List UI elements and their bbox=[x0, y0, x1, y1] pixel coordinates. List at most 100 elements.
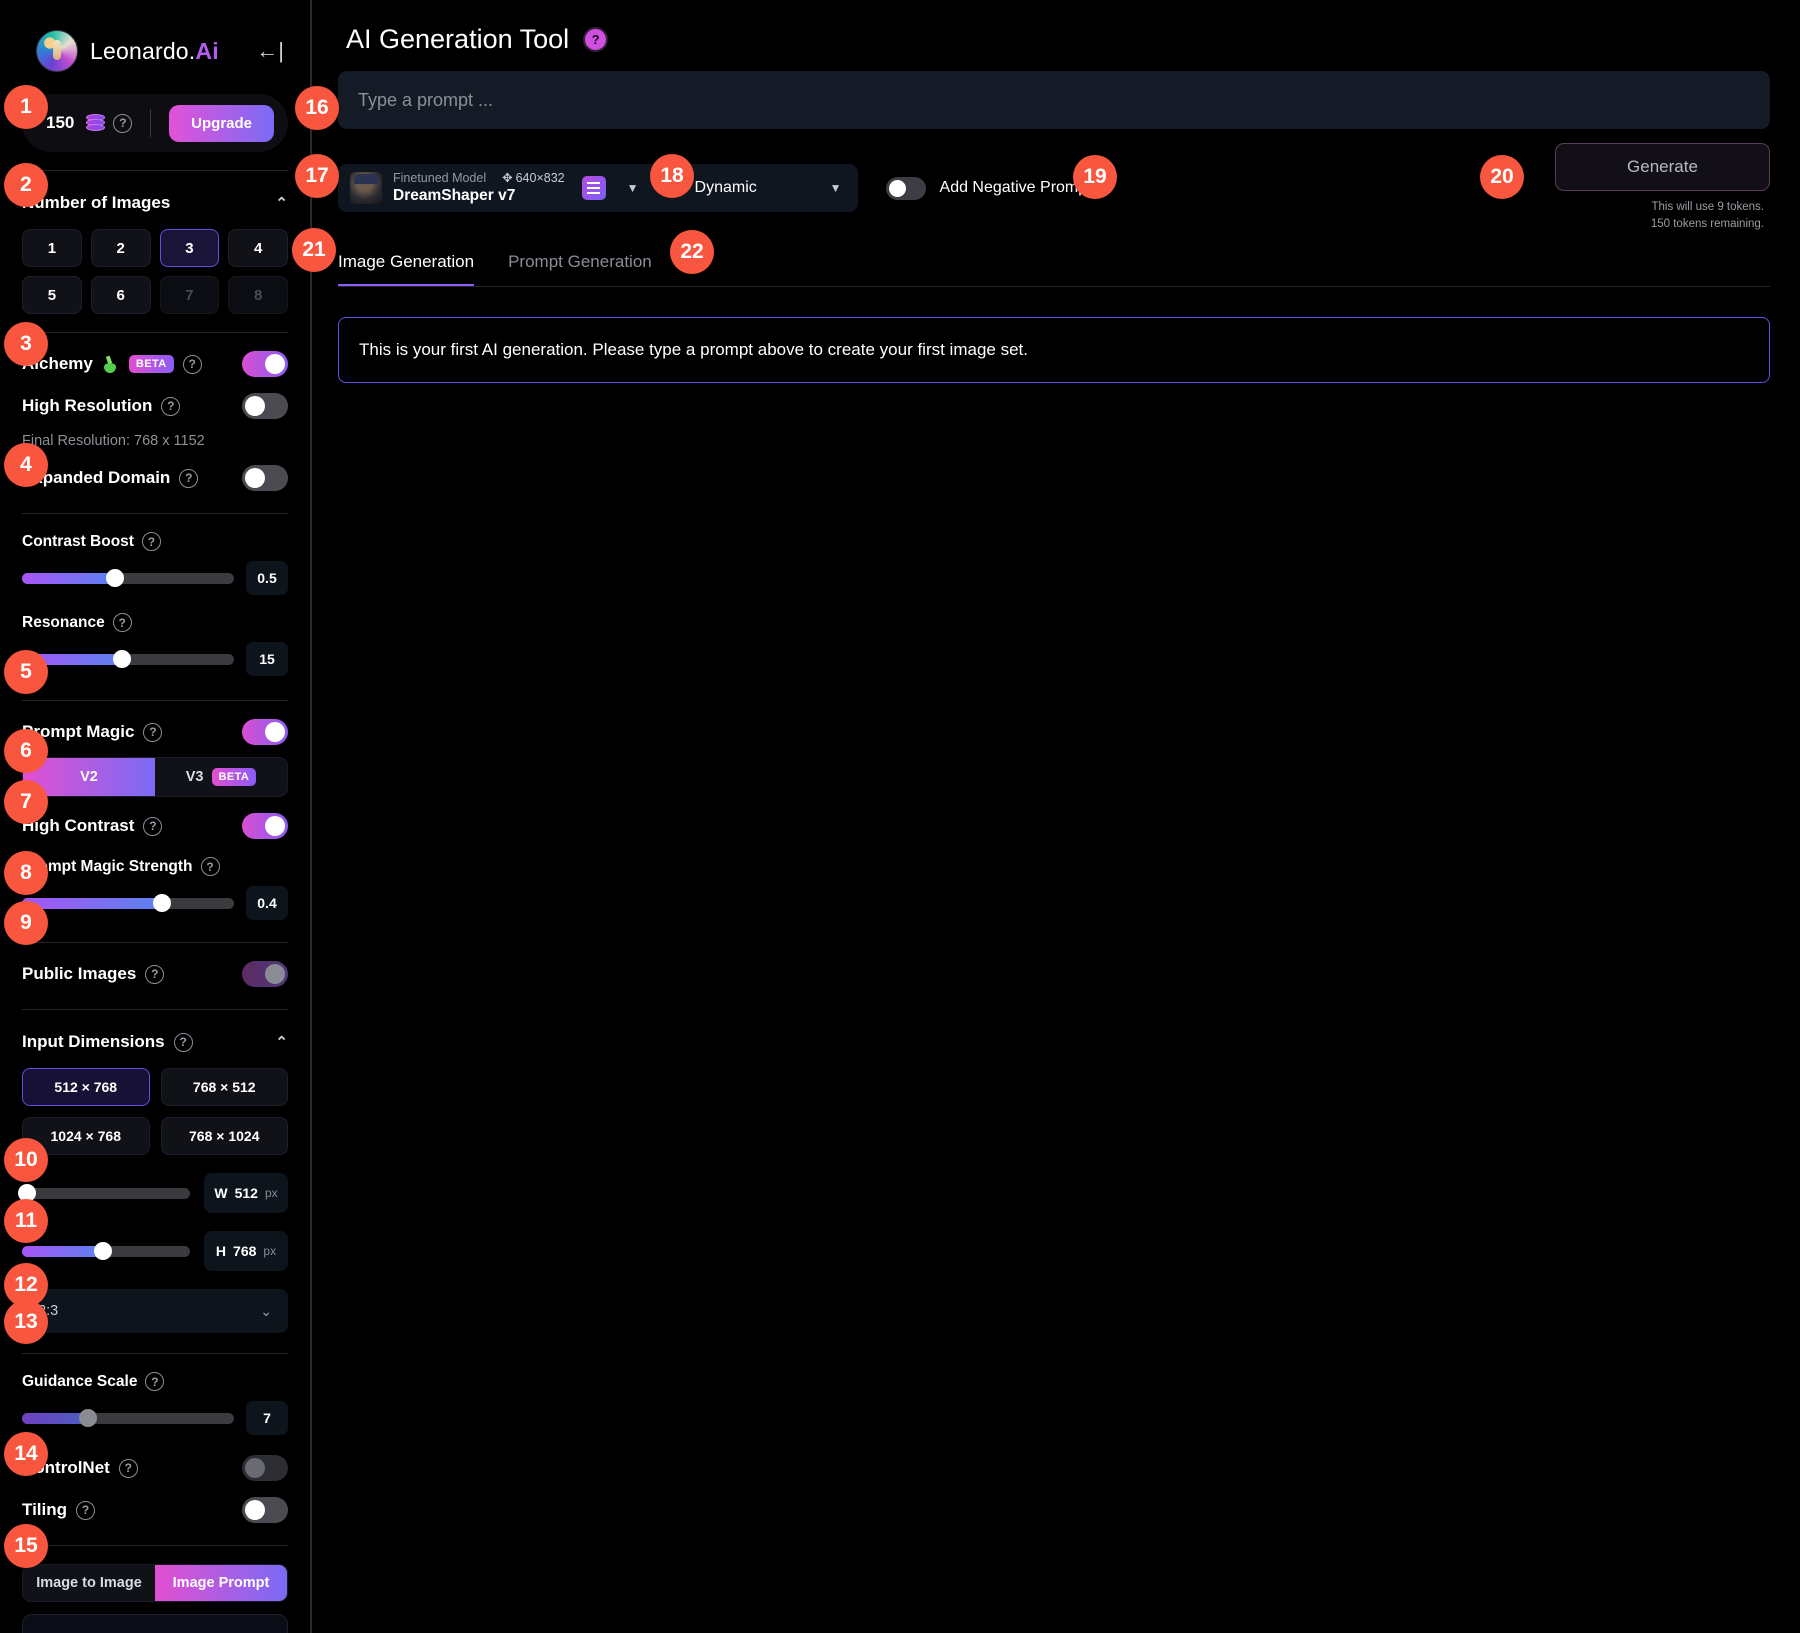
prompt-input[interactable]: Type a prompt ... bbox=[338, 71, 1770, 129]
guidance-scale-slider-row: 7 bbox=[22, 1401, 288, 1435]
public-images-label: Public Images bbox=[22, 964, 137, 983]
guidance-scale-label-row: Guidance Scale ? bbox=[22, 1372, 288, 1391]
chevron-up-icon[interactable]: ⌃ bbox=[275, 194, 288, 212]
image-count-6[interactable]: 6 bbox=[90, 276, 151, 314]
collapse-sidebar-icon[interactable]: ←| bbox=[256, 40, 288, 62]
aspect-ratio-select[interactable]: 2:3 ⌄ bbox=[22, 1289, 288, 1333]
finetuned-model-selector[interactable]: Finetuned Model ✥ 640×832 DreamShaper v7 … bbox=[338, 164, 653, 213]
alchemy-help-icon[interactable]: ? bbox=[182, 354, 202, 374]
dimension-preset-512x768[interactable]: 512 × 768 bbox=[22, 1068, 150, 1106]
tab-image-generation[interactable]: Image Generation bbox=[338, 252, 475, 287]
width-slider[interactable] bbox=[18, 1184, 190, 1202]
resonance-value[interactable]: 15 bbox=[246, 642, 288, 676]
public-images-help-icon[interactable]: ? bbox=[145, 964, 165, 984]
prompt-magic-strength-help-icon[interactable]: ? bbox=[200, 857, 220, 876]
contrast-boost-slider[interactable] bbox=[22, 569, 234, 587]
alchemy-row: Alchemy BETA ? bbox=[22, 351, 288, 377]
page-title: AI Generation Tool bbox=[346, 24, 570, 54]
annotation-badge-16: 16 bbox=[295, 86, 339, 130]
model-doc-icon[interactable] bbox=[581, 176, 606, 201]
generate-button[interactable]: Generate bbox=[1555, 143, 1770, 191]
generate-section: Generate This will use 9 tokens. 150 tok… bbox=[1555, 143, 1770, 234]
expanded-domain-toggle[interactable] bbox=[242, 465, 288, 491]
public-images-toggle[interactable] bbox=[242, 961, 288, 987]
guidance-scale-value[interactable]: 7 bbox=[246, 1401, 288, 1435]
negative-prompt-toggle[interactable] bbox=[885, 176, 926, 200]
image-count-2[interactable]: 2 bbox=[90, 229, 151, 267]
image-to-image-label: Image to Image bbox=[36, 1575, 142, 1591]
chevron-up-icon[interactable]: ⌃ bbox=[275, 1033, 288, 1051]
image-to-image-option[interactable]: Image to Image bbox=[23, 1565, 155, 1601]
prompt-magic-v3-option[interactable]: V3 BETA bbox=[155, 758, 287, 796]
resonance-help-icon[interactable]: ? bbox=[112, 613, 132, 632]
height-slider[interactable] bbox=[22, 1242, 190, 1260]
negative-prompt-control: Add Negative Prompt bbox=[885, 176, 1092, 200]
prompt-magic-strength-value[interactable]: 0.4 bbox=[246, 886, 288, 920]
height-value: 768 bbox=[233, 1243, 257, 1259]
width-key: W bbox=[214, 1185, 228, 1201]
upgrade-button[interactable]: Upgrade bbox=[169, 104, 274, 142]
divider bbox=[22, 332, 288, 333]
divider bbox=[150, 109, 152, 137]
brand-name-accent: Ai bbox=[195, 37, 219, 64]
model-kind-label: Finetuned Model bbox=[393, 170, 487, 185]
width-field[interactable]: W 512 px bbox=[204, 1173, 288, 1213]
alchemy-toggle[interactable] bbox=[242, 351, 288, 377]
preset-caret-down-icon[interactable]: ▼ bbox=[830, 181, 842, 195]
tiling-toggle[interactable] bbox=[242, 1497, 288, 1523]
model-meta: Finetuned Model ✥ 640×832 DreamShaper v7 bbox=[393, 171, 565, 206]
input-dimensions-header[interactable]: Input Dimensions ? ⌃ bbox=[22, 1028, 288, 1054]
dimension-preset-768x512[interactable]: 768 × 512 bbox=[160, 1068, 288, 1106]
contrast-boost-help-icon[interactable]: ? bbox=[141, 532, 161, 551]
contrast-boost-slider-row: 0.5 bbox=[22, 561, 288, 595]
controlnet-help-icon[interactable]: ? bbox=[118, 1458, 138, 1478]
dimension-preset-768x1024[interactable]: 768 × 1024 bbox=[160, 1117, 288, 1155]
guidance-scale-slider[interactable] bbox=[22, 1409, 234, 1427]
high-contrast-help-icon[interactable]: ? bbox=[143, 816, 163, 836]
prompt-magic-strength-slider-row: 0.4 bbox=[22, 886, 288, 920]
resonance-slider[interactable] bbox=[22, 650, 234, 668]
public-images-row: Public Images ? bbox=[22, 961, 288, 987]
prompt-magic-strength-slider[interactable] bbox=[22, 894, 234, 912]
tab-prompt-generation[interactable]: Prompt Generation bbox=[508, 252, 652, 287]
height-field[interactable]: H 768 px bbox=[204, 1231, 288, 1271]
guidance-scale-help-icon[interactable]: ? bbox=[145, 1372, 165, 1391]
contrast-boost-value[interactable]: 0.5 bbox=[246, 561, 288, 595]
input-dimensions-title: Input Dimensions bbox=[22, 1032, 165, 1051]
page-title-help-icon[interactable]: ? bbox=[583, 27, 609, 52]
model-caret-down-icon[interactable]: ▼ bbox=[627, 181, 639, 195]
expanded-domain-row: Expanded Domain ? bbox=[22, 465, 288, 491]
tiling-help-icon[interactable]: ? bbox=[76, 1500, 96, 1520]
high-resolution-toggle[interactable] bbox=[242, 393, 288, 419]
number-of-images-header[interactable]: Number of Images ⌃ bbox=[22, 189, 288, 215]
annotation-badge-11: 11 bbox=[4, 1199, 48, 1243]
expanded-domain-help-icon[interactable]: ? bbox=[179, 468, 199, 488]
tokens-help-icon[interactable]: ? bbox=[113, 113, 133, 133]
annotation-badge-10: 10 bbox=[4, 1138, 48, 1182]
token-bar: 150 ? Upgrade bbox=[22, 94, 288, 152]
model-size-label: ✥ 640×832 bbox=[502, 171, 565, 187]
flask-icon bbox=[102, 355, 120, 373]
resonance-label-row: Resonance ? bbox=[22, 613, 288, 632]
resonance-slider-row: 15 bbox=[22, 642, 288, 676]
image-count-4[interactable]: 4 bbox=[228, 229, 288, 267]
controlnet-toggle[interactable] bbox=[242, 1455, 288, 1481]
prompt-magic-toggle[interactable] bbox=[242, 719, 288, 745]
width-unit: px bbox=[264, 1186, 278, 1200]
token-usage-line2: 150 tokens remaining. bbox=[1650, 218, 1764, 231]
image-count-5[interactable]: 5 bbox=[22, 276, 82, 314]
annotation-badge-17: 17 bbox=[295, 154, 339, 198]
input-dimensions-help-icon[interactable]: ? bbox=[173, 1032, 193, 1052]
image-prompt-option[interactable]: Image Prompt bbox=[155, 1565, 287, 1601]
annotation-badge-4: 4 bbox=[4, 443, 48, 487]
annotation-badge-7: 7 bbox=[4, 780, 48, 824]
high-resolution-help-icon[interactable]: ? bbox=[161, 396, 181, 416]
prompt-magic-help-icon[interactable]: ? bbox=[143, 722, 163, 742]
image-upload-dropzone[interactable]: ⯅ Upload or drag and drop an image to us… bbox=[22, 1614, 288, 1633]
image-count-7: 7 bbox=[159, 276, 220, 314]
high-contrast-toggle[interactable] bbox=[242, 813, 288, 839]
image-count-3[interactable]: 3 bbox=[159, 229, 220, 267]
number-of-images-grid: 1 2 3 4 5 6 7 8 bbox=[22, 229, 288, 314]
image-count-1[interactable]: 1 bbox=[22, 229, 82, 267]
annotation-badge-15: 15 bbox=[4, 1524, 48, 1568]
